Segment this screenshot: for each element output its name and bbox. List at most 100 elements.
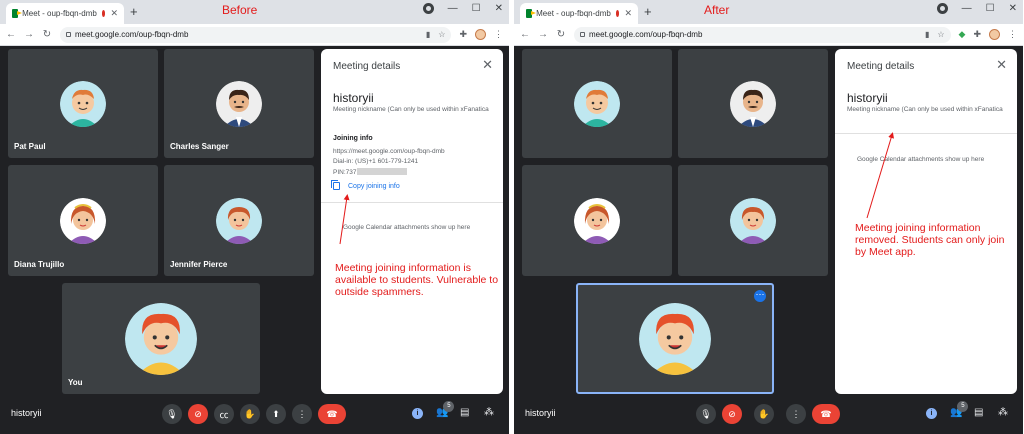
bookmark-star-icon[interactable]: ☆ [937, 30, 944, 39]
meet-logo-icon [12, 9, 22, 18]
address-bar: ← → ↻ meet.google.com/oup-fbqn-dmb ▮ ☆ ✚… [0, 24, 509, 46]
browser-menu-icon[interactable]: ⋮ [1008, 29, 1017, 40]
tab-close-icon[interactable]: ✕ [624, 8, 632, 19]
nickname-subtitle: Meeting nickname (Can only be used withi… [333, 106, 489, 113]
meeting-name: historyii [525, 408, 556, 418]
camera-off-icon[interactable]: ⊘ [722, 404, 742, 424]
close-icon[interactable]: ✕ [482, 58, 493, 71]
back-icon[interactable]: ← [520, 29, 530, 40]
url-input[interactable]: meet.google.com/oup-fbqn-dmb ▮ ☆ [60, 26, 452, 43]
call-controls-bar: historyii 🎙 ⊘ ✋ ⋮ ☎ i 👥 5 ▤ ⁂ [514, 396, 1023, 434]
new-tab-button[interactable]: + [130, 5, 138, 18]
forward-icon[interactable]: → [24, 29, 34, 40]
url-input[interactable]: meet.google.com/oup-fbqn-dmb ▮ ☆ [574, 26, 951, 43]
reload-icon[interactable]: ↻ [42, 29, 52, 40]
end-call-icon[interactable]: ☎ [318, 404, 346, 424]
details-title: Meeting details [333, 61, 401, 72]
after-panel: Meet - oup-fbqn-dmb ✕ + After — ☐ ✕ ← → … [514, 0, 1023, 434]
people-icon[interactable]: 👥 5 [436, 401, 455, 418]
minimize-button[interactable]: — [448, 3, 458, 14]
tab-title: Meet - oup-fbqn-dmb [536, 9, 611, 18]
address-bar: ← → ↻ meet.google.com/oup-fbqn-dmb ▮ ☆ ◆… [514, 24, 1023, 46]
end-call-icon[interactable]: ☎ [812, 404, 840, 424]
meeting-nickname: historyii [333, 91, 374, 105]
info-icon[interactable]: i [926, 407, 937, 419]
back-icon[interactable]: ← [6, 29, 16, 40]
profile-icon[interactable] [936, 3, 948, 14]
browser-tab[interactable]: Meet - oup-fbqn-dmb ✕ [520, 3, 638, 24]
participant-tile[interactable] [522, 165, 672, 276]
bookmark-star-icon[interactable]: ☆ [438, 30, 445, 39]
extension-icon[interactable]: ◆ [959, 29, 966, 40]
details-title: Meeting details [847, 61, 915, 72]
captions-icon[interactable]: ㏄ [214, 404, 234, 424]
participant-avatar [730, 80, 776, 127]
forward-icon[interactable]: → [538, 29, 548, 40]
lock-icon [580, 32, 585, 37]
reload-icon[interactable]: ↻ [556, 29, 566, 40]
record-dot-icon [615, 10, 620, 17]
participant-tile[interactable] [522, 49, 672, 158]
meeting-link[interactable]: https://meet.google.com/oup-fbqn-dmb [333, 148, 445, 155]
window-controls: — ☐ ✕ [422, 3, 503, 14]
meeting-details-panel: Meeting details ✕ historyii Meeting nick… [321, 49, 503, 394]
meet-logo-icon [526, 9, 536, 18]
minimize-button[interactable]: — [962, 3, 972, 14]
comparison-figure: Meet - oup-fbqn-dmb ✕ + Before — ☐ ✕ ← →… [0, 0, 1024, 434]
close-window-button[interactable]: ✕ [1009, 3, 1017, 14]
camera-indicator-icon[interactable]: ▮ [925, 30, 929, 39]
maximize-button[interactable]: ☐ [472, 3, 481, 14]
browser-tab[interactable]: Meet - oup-fbqn-dmb ✕ [6, 3, 124, 24]
profile-icon[interactable] [422, 3, 434, 14]
copy-joining-info-button[interactable]: Copy joining info [331, 180, 400, 190]
chat-icon[interactable]: ▤ [460, 407, 469, 418]
mic-icon[interactable]: 🎙 [696, 404, 716, 424]
participant-tile[interactable]: Pat Paul [8, 49, 158, 158]
people-count: 5 [957, 401, 969, 412]
activities-icon[interactable]: ⁂ [484, 407, 494, 418]
self-avatar [639, 302, 711, 375]
camera-off-icon[interactable]: ⊘ [188, 404, 208, 424]
browser-menu-icon[interactable]: ⋮ [494, 29, 503, 40]
profile-avatar[interactable] [475, 29, 486, 40]
mic-icon[interactable]: 🎙 [162, 404, 182, 424]
dial-in-number: Dial-in: (US)+1 601-779-1241 [333, 158, 419, 165]
self-name: You [68, 378, 83, 387]
participant-avatar [574, 80, 620, 127]
more-options-icon[interactable]: ⋮ [786, 404, 806, 424]
lock-icon [66, 32, 71, 37]
chat-icon[interactable]: ▤ [974, 407, 983, 418]
extensions-icon[interactable]: ✚ [973, 29, 981, 40]
participant-tile[interactable] [678, 49, 828, 158]
tab-close-icon[interactable]: ✕ [110, 8, 118, 19]
participant-tile[interactable]: Diana Trujillo [8, 165, 158, 276]
pin-value: PIN:737 [333, 169, 357, 176]
close-window-button[interactable]: ✕ [495, 3, 503, 14]
close-icon[interactable]: ✕ [996, 58, 1007, 71]
new-tab-button[interactable]: + [644, 5, 652, 18]
participant-name: Diana Trujillo [14, 260, 65, 269]
maximize-button[interactable]: ☐ [986, 3, 995, 14]
browser-titlebar: Meet - oup-fbqn-dmb ✕ + After — ☐ ✕ [514, 0, 1023, 24]
extensions-icon[interactable]: ✚ [459, 29, 467, 40]
activities-icon[interactable]: ⁂ [998, 407, 1008, 418]
profile-avatar[interactable] [989, 29, 1000, 40]
more-options-icon[interactable]: ⋮ [292, 404, 312, 424]
joining-info-header: Joining info [333, 135, 373, 142]
self-tile[interactable]: ⋯ [576, 283, 774, 394]
meeting-nickname: historyii [847, 91, 888, 105]
participant-tile[interactable]: Jennifer Pierce [164, 165, 314, 276]
participant-tile[interactable]: Charles Sanger [164, 49, 314, 158]
raise-hand-icon[interactable]: ✋ [240, 404, 260, 424]
participant-name: Jennifer Pierce [170, 260, 228, 269]
present-icon[interactable]: ⬆ [266, 404, 286, 424]
raise-hand-icon[interactable]: ✋ [754, 404, 774, 424]
people-icon[interactable]: 👥 5 [950, 401, 969, 418]
calendar-note: Google Calendar attachments show up here [857, 156, 985, 163]
self-tile[interactable]: You [62, 283, 260, 394]
participant-avatar [60, 80, 106, 127]
info-icon[interactable]: i [412, 407, 423, 419]
tile-more-icon[interactable]: ⋯ [754, 290, 766, 302]
camera-indicator-icon[interactable]: ▮ [426, 30, 430, 39]
participant-tile[interactable] [678, 165, 828, 276]
